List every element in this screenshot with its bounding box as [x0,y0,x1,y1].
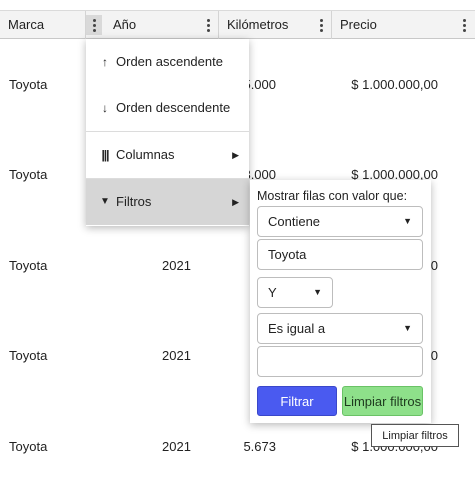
column-menu-icon-km[interactable] [313,15,329,35]
menu-item-sort-desc[interactable]: ↓ Orden descendente [86,85,249,131]
header-label-marca: Marca [8,17,45,32]
condition-select-1-value: Contiene [268,214,321,229]
chevron-right-icon: ▶ [232,150,239,160]
header-label-precio: Precio [340,17,377,32]
filter-panel: Mostrar filas con valor que: Contiene ▼ … [250,180,431,423]
menu-item-label: Columnas [116,147,175,162]
columns-icon: ||| [101,148,109,162]
header-label-anio: Año [113,17,137,32]
header-cell-precio[interactable]: Precio [332,11,475,39]
column-menu: ↑ Orden ascendente ↓ Orden descendente |… [86,39,249,226]
condition-select-2[interactable]: Es igual a ▼ [257,313,423,344]
chevron-right-icon: ▶ [232,197,239,207]
menu-item-label: Orden ascendente [116,54,223,69]
column-menu-icon-anio[interactable] [200,15,216,35]
header-label-km: Kilómetros [227,17,289,32]
caret-down-icon: ▼ [403,323,412,333]
column-menu-icon-precio[interactable] [456,15,472,35]
operator-select-value: Y [268,285,277,300]
filter-value-input-1[interactable]: Toyota [257,239,423,270]
arrow-up-icon: ↑ [102,55,108,69]
menu-item-columns[interactable]: ||| Columnas ▶ [86,132,249,178]
caret-down-icon: ▼ [313,287,322,297]
menu-item-label: Filtros [116,194,152,209]
condition-select-1[interactable]: Contiene ▼ [257,206,423,237]
condition-select-2-value: Es igual a [268,321,326,336]
menu-item-filters[interactable]: ▼ Filtros ▶ [86,179,249,225]
column-menu-icon-marca[interactable] [86,15,102,35]
filter-value-input-1-text: Toyota [268,247,307,262]
menu-item-label: Orden descendente [116,100,231,115]
filter-value-input-2[interactable] [257,346,423,377]
grid-header: Marca Año Kilómetros Precio [0,10,475,39]
clear-filters-button[interactable]: Limpiar filtros [342,386,423,416]
filter-panel-title: Mostrar filas con valor que: [257,189,408,203]
header-cell-marca[interactable]: Marca [0,11,86,39]
tooltip: Limpiar filtros [371,424,459,447]
operator-select[interactable]: Y ▼ [257,277,333,308]
filter-button[interactable]: Filtrar [257,386,337,416]
menu-item-sort-asc[interactable]: ↑ Orden ascendente [86,39,249,85]
arrow-down-icon: ↓ [102,101,108,115]
filter-icon: ▼ [100,196,110,207]
caret-down-icon: ▼ [403,216,412,226]
